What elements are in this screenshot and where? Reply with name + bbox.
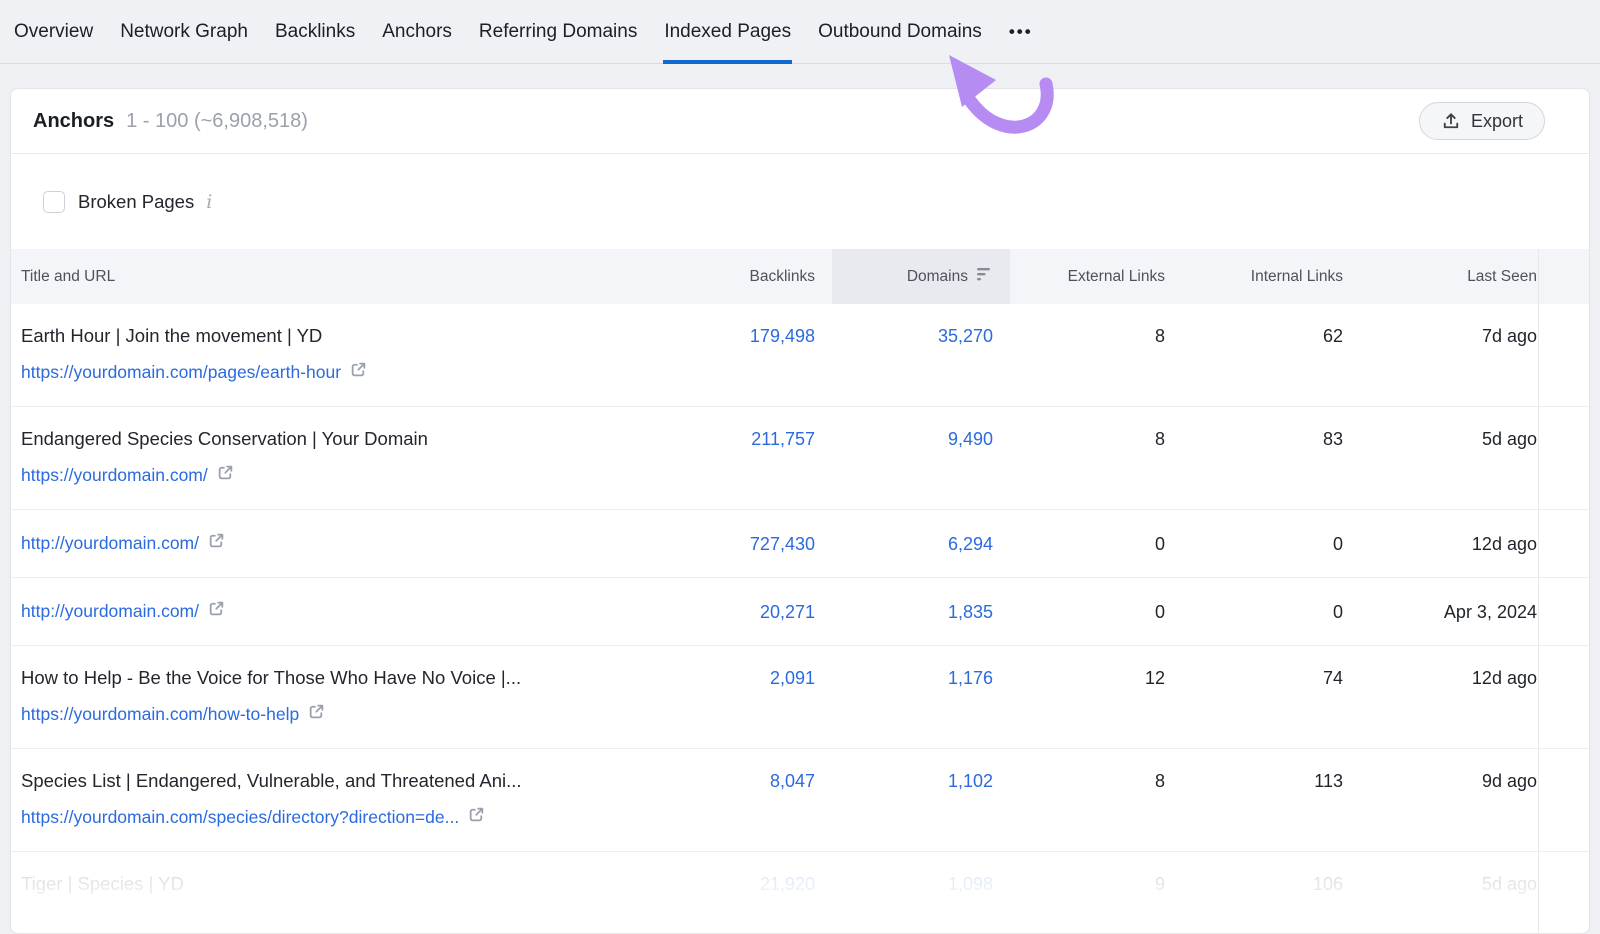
table-header: Title and URL Backlinks Domains External… (11, 249, 1589, 304)
column-title-and-url[interactable]: Title and URL (11, 249, 672, 304)
domains-value[interactable]: 1,176 (832, 646, 1010, 690)
filters-row: Broken Pages i (11, 154, 1589, 249)
backlinks-value[interactable]: 2,091 (672, 646, 832, 690)
tab-referring-domains[interactable]: Referring Domains (479, 0, 637, 64)
last-seen-value: 5d ago (1360, 407, 1554, 451)
tab-outbound-domains[interactable]: Outbound Domains (818, 0, 982, 64)
last-seen-value: 5d ago (1360, 852, 1554, 896)
column-backlinks[interactable]: Backlinks (672, 249, 832, 304)
external-link-icon (350, 360, 367, 384)
external-link-icon (208, 531, 225, 555)
external-links-value: 8 (1010, 304, 1182, 348)
external-links-value: 8 (1010, 407, 1182, 451)
backlinks-value[interactable]: 179,498 (672, 304, 832, 348)
last-seen-value: Apr 3, 2024 (1360, 600, 1554, 624)
table-row: Endangered Species Conservation | Your D… (11, 407, 1589, 510)
column-domains[interactable]: Domains (832, 249, 1010, 304)
tab-network-graph[interactable]: Network Graph (120, 0, 248, 64)
external-links-value: 9 (1010, 852, 1182, 896)
page-title: Endangered Species Conservation | Your D… (21, 427, 662, 451)
info-icon[interactable]: i (206, 191, 212, 213)
page-url-link[interactable]: http://yourdomain.com/ (21, 531, 662, 555)
page-url-link[interactable]: https://yourdomain.com/pages/earth-hour (21, 360, 662, 384)
domains-value[interactable]: 9,490 (832, 407, 1010, 451)
external-links-value: 0 (1010, 600, 1182, 624)
table-row: Earth Hour | Join the movement | YD http… (11, 304, 1589, 407)
last-seen-value: 7d ago (1360, 304, 1554, 348)
scrollbar-track[interactable] (1538, 249, 1539, 933)
domains-value[interactable]: 1,102 (832, 749, 1010, 793)
table-row: Species List | Endangered, Vulnerable, a… (11, 749, 1589, 852)
table-row: http://yourdomain.com/ 727,430 6,294 0 0… (11, 510, 1589, 578)
page-title: How to Help - Be the Voice for Those Who… (21, 666, 662, 690)
tab-overview[interactable]: Overview (14, 0, 93, 64)
more-tabs-button[interactable]: ••• (1009, 22, 1033, 42)
backlinks-value[interactable]: 20,271 (672, 600, 832, 624)
tab-anchors[interactable]: Anchors (382, 0, 452, 64)
column-external-links[interactable]: External Links (1010, 249, 1182, 304)
column-internal-links[interactable]: Internal Links (1182, 249, 1360, 304)
export-icon (1441, 111, 1461, 131)
backlinks-value[interactable]: 727,430 (672, 532, 832, 556)
backlinks-value[interactable]: 8,047 (672, 749, 832, 793)
page-title: Earth Hour | Join the movement | YD (21, 324, 662, 348)
result-range: 1 - 100 (~6,908,518) (126, 110, 308, 133)
anchors-report-card: Anchors 1 - 100 (~6,908,518) Export Brok… (10, 88, 1590, 934)
report-tabs-bar: Overview Network Graph Backlinks Anchors… (0, 0, 1600, 64)
broken-pages-checkbox[interactable] (43, 191, 65, 213)
domains-value[interactable]: 35,270 (832, 304, 1010, 348)
internal-links-value: 0 (1182, 532, 1360, 556)
domains-value[interactable]: 1,098 (832, 852, 1010, 896)
internal-links-value: 106 (1182, 852, 1360, 896)
page-title: Species List | Endangered, Vulnerable, a… (21, 769, 662, 793)
card-header: Anchors 1 - 100 (~6,908,518) Export (11, 89, 1589, 154)
internal-links-value: 83 (1182, 407, 1360, 451)
internal-links-value: 62 (1182, 304, 1360, 348)
backlinks-value[interactable]: 21,920 (672, 852, 832, 896)
tab-indexed-pages[interactable]: Indexed Pages (664, 0, 791, 64)
internal-links-value: 113 (1182, 749, 1360, 793)
last-seen-value: 12d ago (1360, 646, 1554, 690)
last-seen-value: 9d ago (1360, 749, 1554, 793)
internal-links-value: 74 (1182, 646, 1360, 690)
external-link-icon (208, 599, 225, 623)
domains-value[interactable]: 1,835 (832, 600, 1010, 624)
external-link-icon (468, 805, 485, 829)
table-row: Tiger | Species | YD 21,920 1,098 9 106 … (11, 852, 1589, 908)
external-links-value: 8 (1010, 749, 1182, 793)
broken-pages-label: Broken Pages (78, 191, 194, 213)
tab-backlinks[interactable]: Backlinks (275, 0, 355, 64)
table-row: How to Help - Be the Voice for Those Who… (11, 646, 1589, 749)
domains-value[interactable]: 6,294 (832, 532, 1010, 556)
page-url-link[interactable]: http://yourdomain.com/ (21, 599, 662, 623)
column-last-seen[interactable]: Last Seen (1360, 249, 1554, 304)
backlinks-value[interactable]: 211,757 (672, 407, 832, 451)
external-link-icon (217, 463, 234, 487)
export-label: Export (1471, 111, 1523, 132)
external-links-value: 0 (1010, 532, 1182, 556)
sort-descending-icon (977, 268, 993, 286)
export-button[interactable]: Export (1419, 102, 1545, 140)
table-row: http://yourdomain.com/ 20,271 1,835 0 0 … (11, 578, 1589, 646)
card-title: Anchors (33, 110, 114, 133)
page-url-link[interactable]: https://yourdomain.com/ (21, 463, 662, 487)
external-links-value: 12 (1010, 646, 1182, 690)
external-link-icon (308, 702, 325, 726)
last-seen-value: 12d ago (1360, 532, 1554, 556)
page-url-link[interactable]: https://yourdomain.com/species/directory… (21, 805, 662, 829)
page-title: Tiger | Species | YD (21, 872, 662, 896)
page-url-link[interactable]: https://yourdomain.com/how-to-help (21, 702, 662, 726)
internal-links-value: 0 (1182, 600, 1360, 624)
